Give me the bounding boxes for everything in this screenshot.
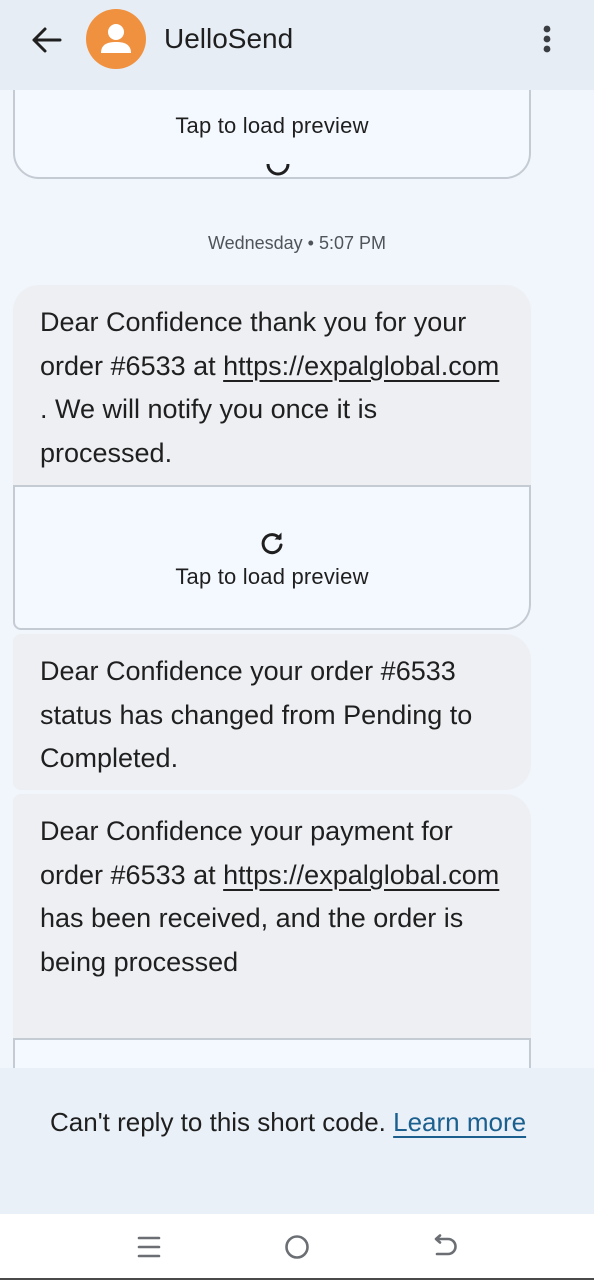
- recent-apps-button[interactable]: [131, 1230, 167, 1264]
- message-link[interactable]: https://expalglobal.com: [223, 860, 499, 890]
- preview-label: Tap to load preview: [175, 563, 369, 589]
- arrow-back-icon: [32, 27, 62, 53]
- link-preview-card[interactable]: Tap to load preview: [13, 90, 531, 179]
- sender-name[interactable]: UelloSend: [164, 21, 293, 57]
- back-button[interactable]: [26, 22, 66, 58]
- reply-note-text: Can't reply to this short code.: [50, 1107, 394, 1137]
- conversation-list[interactable]: Tap to load preview Wednesday • 5:07 PM …: [0, 90, 594, 1068]
- message-bubble[interactable]: Dear Confidence your payment for order #…: [13, 794, 531, 1042]
- preview-label: Tap to load preview: [175, 113, 369, 138]
- message-link[interactable]: https://expalglobal.com: [223, 351, 499, 381]
- link-preview-card[interactable]: [13, 1038, 531, 1068]
- message-text: has been received, and the order is bein…: [40, 903, 464, 977]
- home-circle-icon: [285, 1235, 309, 1259]
- message-text: . We will notify you once it is processe…: [40, 394, 378, 468]
- more-vert-icon: [543, 25, 551, 53]
- back-gesture-icon: [434, 1234, 457, 1256]
- message-bubble[interactable]: Dear Confidence your order #6533 status …: [13, 634, 531, 790]
- learn-more-link[interactable]: Learn more: [393, 1107, 526, 1137]
- system-nav-bar: [0, 1214, 594, 1280]
- more-options-button[interactable]: [530, 18, 564, 60]
- recent-apps-icon: [137, 1236, 161, 1258]
- reply-restriction-note: Can't reply to this short code. Learn mo…: [0, 1068, 594, 1214]
- message-timestamp: Wednesday • 5:07 PM: [207, 233, 387, 253]
- message-text: Dear Confidence your order #6533 status …: [40, 656, 473, 773]
- app-bar: UelloSend: [0, 0, 594, 90]
- contact-avatar[interactable]: [86, 9, 146, 69]
- system-back-button[interactable]: [427, 1230, 463, 1264]
- refresh-icon: [261, 532, 283, 554]
- home-button[interactable]: [279, 1230, 315, 1264]
- refresh-icon: [266, 164, 290, 176]
- link-preview-card[interactable]: Tap to load preview: [13, 485, 531, 630]
- message-bubble[interactable]: Dear Confidence thank you for your order…: [13, 285, 531, 486]
- person-icon: [101, 24, 131, 53]
